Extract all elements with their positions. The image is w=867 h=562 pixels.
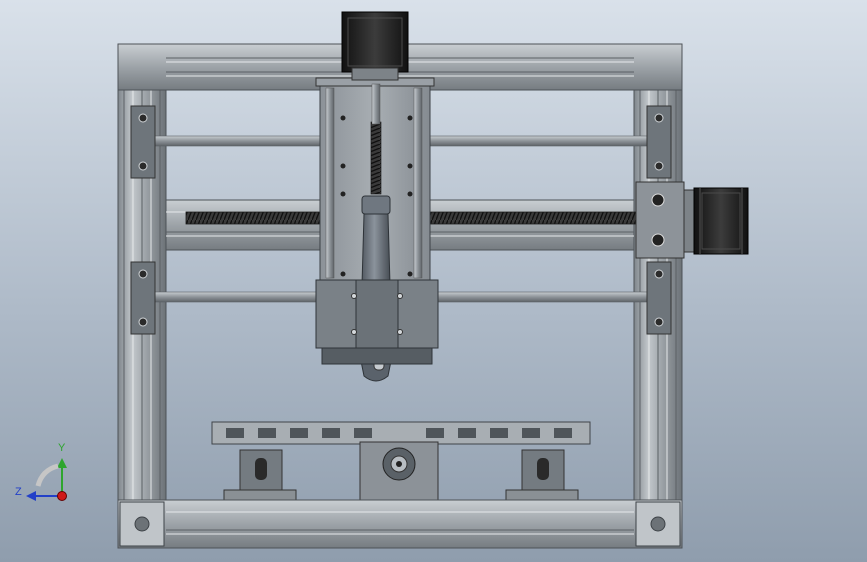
x-axis-dot: [57, 491, 67, 501]
axis-triad: [26, 458, 67, 501]
y-arrowhead-icon: [57, 458, 67, 468]
triad-z-label: Z: [15, 486, 22, 498]
triad-plane-arc: [35, 463, 59, 487]
cad-viewport[interactable]: Y Z: [0, 0, 867, 562]
z-arrowhead-icon: [26, 491, 36, 501]
triad-y-label: Y: [58, 442, 66, 454]
